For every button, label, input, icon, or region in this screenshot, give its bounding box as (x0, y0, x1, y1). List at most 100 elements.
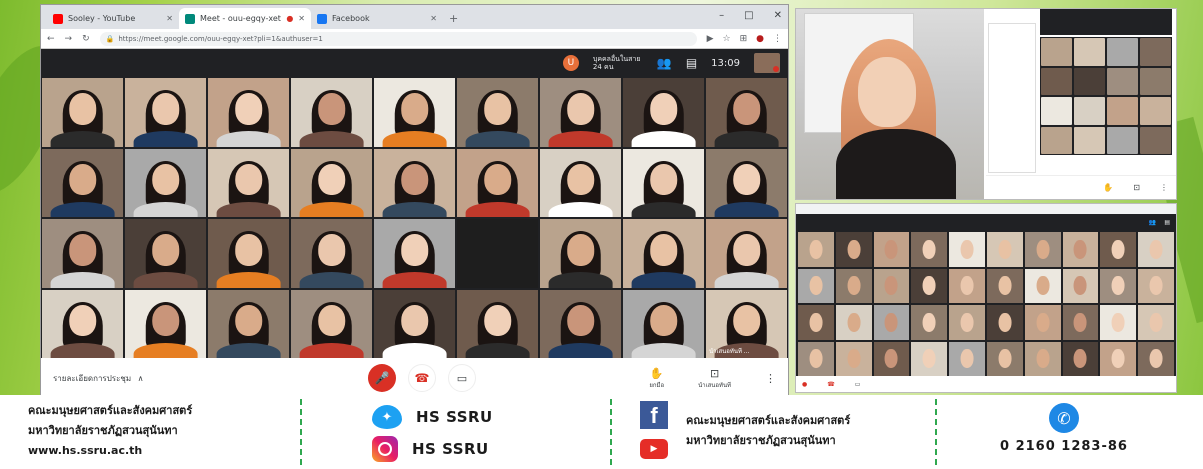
tab-title: Sooley - YouTube (68, 14, 136, 23)
participant-tile[interactable] (457, 148, 538, 217)
participant-tile (1100, 341, 1137, 376)
participant-tile[interactable] (374, 219, 455, 288)
participant-tile[interactable]: นำเสนอทันที ... (706, 289, 787, 358)
new-tab-button[interactable]: + (443, 12, 464, 29)
second-control-bar: ● ☎ ▭ (796, 376, 1176, 392)
participant-tile[interactable] (457, 78, 538, 147)
mini-participant-tile (1107, 97, 1138, 125)
participant-tile[interactable] (125, 289, 206, 358)
participant-tile[interactable] (706, 148, 787, 217)
hand-icon[interactable]: ✋ (1103, 183, 1113, 192)
camera-indicator-icon[interactable]: ▶ (707, 34, 714, 44)
close-icon[interactable]: ✕ (430, 14, 437, 23)
twitter-handle: HS SSRU (416, 408, 493, 426)
facebook-icon[interactable]: f (640, 401, 668, 429)
participant-tile[interactable] (540, 289, 621, 358)
minimize-icon[interactable]: – (719, 10, 724, 21)
meeting-details-button[interactable]: รายละเอียดการประชุม ∧ (53, 372, 353, 385)
participant-tile[interactable] (291, 289, 372, 358)
chat-icon[interactable]: ▤ (686, 56, 697, 70)
participant-face (1111, 349, 1125, 369)
participant-body (631, 131, 696, 147)
chat-icon: ▤ (1164, 218, 1170, 226)
forward-icon[interactable]: → (65, 34, 73, 44)
participant-tile[interactable] (623, 78, 704, 147)
url-field[interactable]: 🔒 https://meet.google.com/ouu-egqy-xet?p… (99, 31, 697, 46)
back-icon[interactable]: ← (47, 34, 55, 44)
participant-tile[interactable] (208, 148, 289, 217)
participant-tile[interactable] (540, 148, 621, 217)
raise-hand-button[interactable]: ✋ ยกมือ (649, 367, 664, 390)
participant-tile[interactable] (457, 289, 538, 358)
participant-body (50, 342, 115, 358)
participant-tile[interactable] (623, 289, 704, 358)
participant-tile[interactable] (42, 219, 123, 288)
mic-off-icon: 🎤 (374, 371, 390, 385)
participant-tile[interactable] (374, 148, 455, 217)
participant-tile[interactable] (291, 219, 372, 288)
facebook-icon (317, 13, 327, 24)
participant-body (548, 272, 613, 288)
participant-tile[interactable] (208, 289, 289, 358)
participant-tile (1024, 232, 1061, 267)
hang-up-button[interactable]: ☎ (408, 364, 436, 392)
profile-icon[interactable]: ● (756, 34, 764, 44)
participant-tile[interactable] (291, 78, 372, 147)
close-icon[interactable]: ✕ (298, 14, 305, 23)
twitter-icon[interactable]: ✦ (372, 405, 402, 429)
youtube-icon[interactable]: ▶ (640, 439, 668, 459)
participant-body (299, 201, 364, 217)
participant-tile[interactable] (374, 78, 455, 147)
star-icon[interactable]: ☆ (723, 34, 731, 44)
participant-tile[interactable] (706, 78, 787, 147)
facebook-youtube-info: f ▶ คณะมนุษยศาสตร์และสังคมศาสตร์ มหาวิทย… (640, 401, 850, 459)
extensions-icon[interactable]: ⊞ (740, 34, 748, 44)
participant-tile[interactable] (623, 148, 704, 217)
more-options-button[interactable]: ⋮ (765, 372, 776, 385)
people-icon[interactable]: 👥 (657, 56, 672, 70)
participant-tile[interactable] (291, 148, 372, 217)
participant-tile[interactable] (706, 219, 787, 288)
phone-icon[interactable]: ✆ (1048, 403, 1079, 433)
instagram-icon[interactable] (372, 436, 398, 462)
website-link[interactable]: www.hs.ssru.ac.th (28, 441, 192, 461)
close-icon[interactable]: ✕ (166, 14, 173, 23)
participant-tile (949, 341, 985, 376)
tab-meet[interactable]: Meet - ouu-egqy-xet ● ✕ (179, 8, 311, 29)
participant-tile[interactable] (42, 148, 123, 217)
tab-youtube[interactable]: Sooley - YouTube ✕ (47, 8, 179, 29)
participant-body (714, 131, 779, 147)
participant-body (714, 272, 779, 288)
participant-tile[interactable] (208, 219, 289, 288)
participant-tile[interactable] (125, 148, 206, 217)
participant-tile[interactable] (42, 289, 123, 358)
participant-face (234, 92, 263, 125)
participant-tile[interactable] (540, 78, 621, 147)
participant-tile (1138, 341, 1174, 376)
participant-tile[interactable] (623, 219, 704, 288)
more-vert-icon[interactable]: ⋮ (1160, 183, 1168, 192)
mic-toggle-button[interactable]: 🎤 (368, 364, 396, 392)
close-window-icon[interactable]: ✕ (774, 10, 782, 21)
participant-tile[interactable] (374, 289, 455, 358)
participant-tile[interactable] (125, 78, 206, 147)
participant-face (960, 276, 974, 296)
camera-toggle-button[interactable]: ▭ (448, 364, 476, 392)
participant-face (400, 233, 429, 266)
second-participant-grid (797, 231, 1175, 377)
participant-tile[interactable] (457, 219, 538, 288)
reload-icon[interactable]: ↻ (82, 34, 90, 44)
maximize-icon[interactable]: □ (744, 10, 753, 21)
participant-face (566, 92, 595, 125)
participant-tile[interactable] (42, 78, 123, 147)
participant-tile[interactable] (540, 219, 621, 288)
self-view-thumbnail[interactable] (754, 53, 780, 73)
menu-icon[interactable]: ⋮ (773, 34, 782, 44)
present-now-button[interactable]: ⊡ นำเสนอทันที (698, 367, 731, 390)
mini-participant-tile (1107, 38, 1138, 66)
present-icon[interactable]: ⊡ (1133, 183, 1140, 192)
tab-facebook[interactable]: Facebook ✕ (311, 8, 443, 29)
participant-tile[interactable] (125, 219, 206, 288)
participant-tile[interactable] (208, 78, 289, 147)
participant-face (998, 276, 1012, 296)
